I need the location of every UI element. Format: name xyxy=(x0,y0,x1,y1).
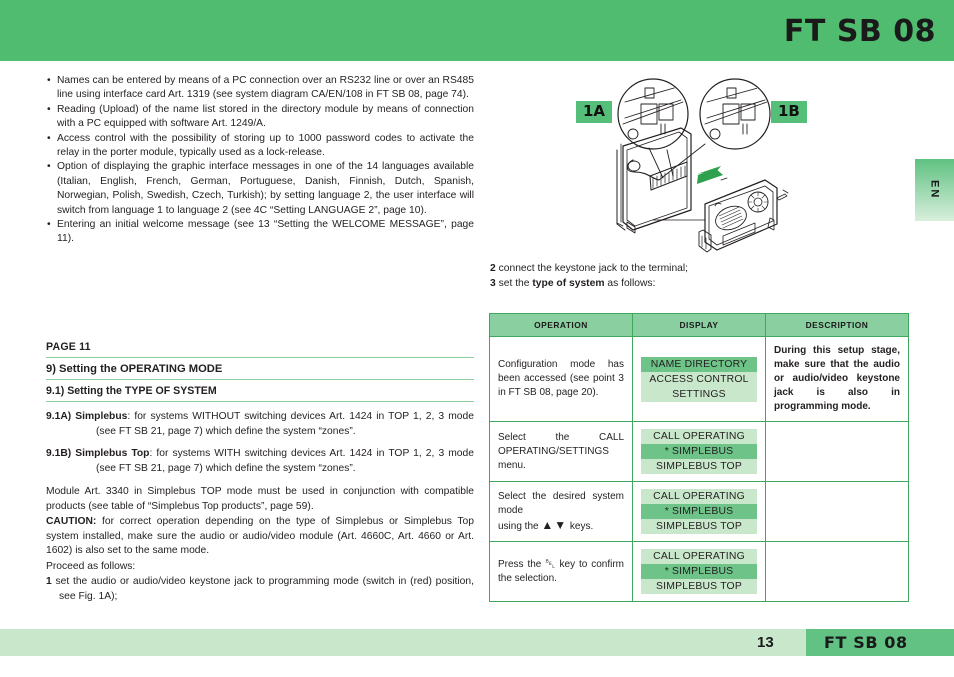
table-row: Select the desired system mode using the… xyxy=(489,481,909,542)
cell-operation: Select the desired system mode using the… xyxy=(489,481,633,542)
lcd-line: SETTINGS xyxy=(672,388,726,400)
definition-item-a-text: : for systems WITHOUT switching devices … xyxy=(96,411,474,437)
list-item: Access control with the possibility of s… xyxy=(46,132,474,161)
lcd-line-selected: * SIMPLEBUS xyxy=(641,444,757,459)
divider xyxy=(46,401,474,402)
figure-tag-1b: 1B xyxy=(771,101,807,123)
section-heading: 9) Setting the OPERATING MODE xyxy=(46,363,223,375)
figure-tag-1a: 1A xyxy=(576,101,613,123)
list-item: Entering an initial welcome message (see… xyxy=(46,218,474,247)
cell-operation-prefix: using the xyxy=(498,520,542,532)
definition-item-b-number: 9.1B) xyxy=(46,448,72,460)
bell-icon: ␇ xyxy=(545,556,556,571)
cell-display: CALL OPERATING * SIMPLEBUS SIMPLEBUS TOP xyxy=(632,481,766,542)
step-3-prefix: set the xyxy=(495,277,533,289)
installation-diagram-figure: 1A 1B xyxy=(555,72,855,262)
caution-paragraph: CAUTION: for correct operation depending… xyxy=(46,515,474,559)
page-11-section: PAGE 11 9) Setting the OPERATING MODE 9.… xyxy=(46,341,474,604)
cell-description: During this setup stage, make sure that … xyxy=(765,336,909,422)
lcd-line: SIMPLEBUS TOP xyxy=(656,521,742,532)
cell-display: NAME DIRECTORY ACCESS CONTROL SETTINGS xyxy=(632,336,766,422)
divider xyxy=(46,379,474,380)
cell-operation-line-1: Select the desired system mode xyxy=(498,490,624,516)
caution-text: for correct operation depending on the t… xyxy=(46,516,474,557)
lcd-line: CALL OPERATING xyxy=(653,491,745,502)
lcd-screen: CALL OPERATING * SIMPLEBUS SIMPLEBUS TOP xyxy=(641,489,757,534)
cell-description xyxy=(765,421,909,482)
step-1: 1 set the audio or audio/video keystone … xyxy=(46,575,474,604)
lcd-line: SIMPLEBUS TOP xyxy=(656,581,742,592)
module-note-paragraph: Module Art. 3340 in Simplebus TOP mode m… xyxy=(46,486,474,512)
page-label: PAGE 11 xyxy=(46,341,91,353)
lcd-screen: CALL OPERATING * SIMPLEBUS SIMPLEBUS TOP xyxy=(641,429,757,474)
step-3-suffix: as follows: xyxy=(604,277,656,289)
lcd-line: CALL OPERATING xyxy=(653,431,745,442)
column-header-description: DESCRIPTION xyxy=(765,313,909,337)
lcd-line: CALL OPERATING xyxy=(653,551,745,562)
cell-operation-line-2: using the ▲▼ keys. xyxy=(498,518,624,534)
arrow-up-down-icon: ▲▼ xyxy=(541,517,568,532)
right-column-steps: 2 connect the keystone jack to the termi… xyxy=(490,262,910,291)
lcd-line-selected: * SIMPLEBUS xyxy=(641,564,757,579)
list-item: Reading (Upload) of the name list stored… xyxy=(46,103,474,132)
cell-operation: Press the ␇ key to confirm the selection… xyxy=(489,541,633,602)
step-3-bold-term: type of system xyxy=(532,277,605,289)
proceed-label: Proceed as follows: xyxy=(46,560,136,572)
step-2-text: connect the keystone jack to the termina… xyxy=(495,263,689,274)
page-header-title: FT SB 08 xyxy=(783,14,936,49)
definition-item-b-text: : for systems WITH switching devices Art… xyxy=(96,448,474,474)
list-item: Names can be entered by means of a PC co… xyxy=(46,74,474,103)
lcd-line-selected: NAME DIRECTORY xyxy=(641,356,757,372)
lcd-line: ACCESS CONTROL xyxy=(649,373,749,385)
list-item: Option of displaying the graphic interfa… xyxy=(46,160,474,218)
subsection-heading: 9.1) Setting the TYPE OF SYSTEM xyxy=(46,385,217,397)
operation-table: OPERATION DISPLAY DESCRIPTION Configurat… xyxy=(489,313,909,602)
column-header-operation: OPERATION xyxy=(489,313,633,337)
cell-operation: Select the CALL OPERATING/SETTINGS menu. xyxy=(489,421,633,482)
step-1-text: set the audio or audio/video keystone ja… xyxy=(51,576,474,602)
table-header-row: OPERATION DISPLAY DESCRIPTION xyxy=(489,313,909,337)
cell-operation-prefix: Press the xyxy=(498,559,546,570)
cell-description xyxy=(765,481,909,542)
cell-display: CALL OPERATING * SIMPLEBUS SIMPLEBUS TOP xyxy=(632,421,766,482)
table-row: Select the CALL OPERATING/SETTINGS menu.… xyxy=(489,421,909,482)
cell-operation-suffix: keys. xyxy=(567,520,594,532)
cell-description xyxy=(765,541,909,602)
cell-display: CALL OPERATING * SIMPLEBUS SIMPLEBUS TOP xyxy=(632,541,766,602)
definition-item-b: 9.1B) Simplebus Top: for systems WITH sw… xyxy=(46,447,474,476)
step-2: 2 connect the keystone jack to the termi… xyxy=(490,262,910,277)
step-3: 3 set the type of system as follows: xyxy=(490,277,910,292)
column-header-display: DISPLAY xyxy=(632,313,766,337)
language-side-tab: EN xyxy=(915,159,954,221)
divider xyxy=(46,357,474,358)
definition-item-a-term: Simplebus xyxy=(75,411,128,422)
definition-item-a-number: 9.1A) xyxy=(46,411,72,422)
definition-item-b-term: Simplebus Top xyxy=(75,448,150,460)
table-row: Configuration mode has been accessed (se… xyxy=(489,336,909,422)
lcd-screen: CALL OPERATING * SIMPLEBUS SIMPLEBUS TOP xyxy=(641,549,757,594)
caution-label: CAUTION: xyxy=(46,516,97,528)
language-side-tab-label: EN xyxy=(928,180,941,200)
footer-title: FT SB 08 xyxy=(824,633,908,652)
lcd-line-selected: * SIMPLEBUS xyxy=(641,504,757,519)
lcd-line: SIMPLEBUS TOP xyxy=(656,461,742,472)
feature-bullet-list: Names can be entered by means of a PC co… xyxy=(46,74,474,247)
lcd-screen: NAME DIRECTORY ACCESS CONTROL SETTINGS xyxy=(641,356,757,402)
cell-operation: Configuration mode has been accessed (se… xyxy=(489,336,633,422)
feature-bullet-list-block: Names can be entered by means of a PC co… xyxy=(46,74,474,247)
definition-item-a: 9.1A) Simplebus: for systems WITHOUT swi… xyxy=(46,410,474,439)
table-row: Press the ␇ key to confirm the selection… xyxy=(489,541,909,602)
footer-page-number: 13 xyxy=(757,634,774,651)
